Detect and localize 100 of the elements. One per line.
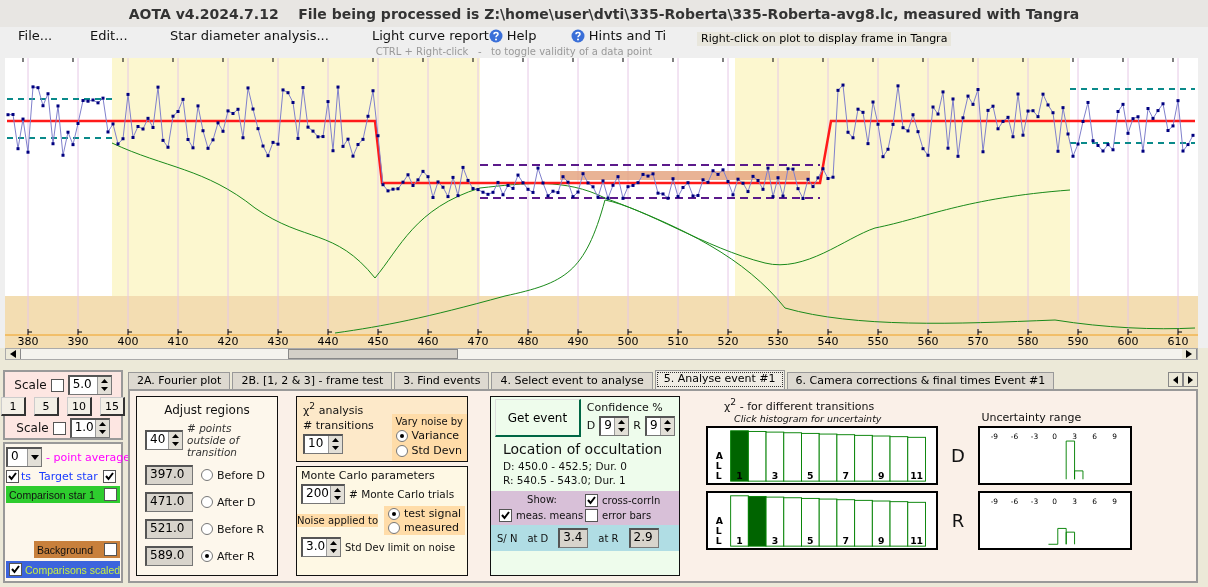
tab[interactable]: 6. Camera corrections & final times Event #1 bbox=[786, 372, 1055, 389]
zoom-button[interactable]: 5 bbox=[34, 397, 59, 416]
radio-label: Before R bbox=[217, 522, 265, 536]
panel-title: χ$^{2}$ analysis bbox=[303, 400, 365, 417]
spinner-field[interactable]: 1.0 bbox=[69, 418, 110, 438]
bar-label: 9 bbox=[877, 534, 885, 546]
option-label: error bars bbox=[602, 510, 652, 521]
tab[interactable]: 3. Find events bbox=[394, 372, 490, 389]
axis-label: 540 bbox=[817, 335, 839, 349]
tick-label: 9 bbox=[1112, 496, 1118, 506]
axis-letter: L bbox=[715, 524, 722, 536]
axis-label: 530 bbox=[767, 335, 789, 349]
axis-label: 520 bbox=[717, 335, 739, 349]
region-value: 471.0 bbox=[145, 492, 193, 512]
spinner-field[interactable]: 200 bbox=[301, 484, 345, 504]
radio-label: Variance bbox=[411, 429, 460, 442]
bar-label: 1 bbox=[736, 534, 743, 546]
tab[interactable]: 2B. [1, 2 & 3] - frame test bbox=[232, 372, 393, 389]
tick-label: 6 bbox=[1092, 496, 1097, 506]
transitions-label: # transitions bbox=[303, 418, 375, 432]
menu-item[interactable]: Light curve report bbox=[372, 27, 489, 46]
location-line: R: 540.5 - 543.0; Dur. 1 bbox=[502, 473, 627, 487]
transition-label: R bbox=[950, 509, 966, 531]
tab[interactable]: 4. Select event to analyse bbox=[491, 372, 653, 389]
option-label: cross-corrln bbox=[602, 495, 661, 506]
radio-label: After D bbox=[217, 495, 256, 509]
zoom-button[interactable]: 10 bbox=[67, 397, 92, 416]
average-dropdown[interactable]: 0 bbox=[6, 447, 42, 467]
axis-letter: L bbox=[715, 469, 722, 481]
scale-label: Scale bbox=[16, 421, 49, 435]
at-d-label: at D bbox=[527, 532, 549, 544]
region-value: 521.0 bbox=[145, 519, 193, 539]
limit-label: Std Dev limit on noise bbox=[345, 541, 456, 553]
tab[interactable]: 2A. Fourier plot bbox=[128, 372, 231, 389]
uncertainty-title: Uncertainty range bbox=[981, 410, 1082, 424]
location-title: Location of occultation bbox=[502, 440, 664, 459]
axis-letter: A bbox=[715, 449, 723, 461]
axis-letter: L bbox=[715, 534, 722, 546]
bar-label: 7 bbox=[842, 469, 849, 481]
region-value: 397.0 bbox=[145, 465, 193, 485]
uncertainty-histogram[interactable]: -9 -6 -3 0 3 6 9 bbox=[978, 425, 1132, 485]
noise-label: Noise applied to bbox=[297, 514, 378, 527]
zoom-button[interactable]: 15 bbox=[100, 397, 125, 416]
chi-square-histogram[interactable]: A L L 1 3 5 7 9 11 bbox=[706, 490, 938, 550]
tick-label: 0 bbox=[1052, 496, 1057, 506]
spinner-field[interactable]: 5.0 bbox=[67, 375, 112, 395]
axis-label: 550 bbox=[867, 335, 889, 349]
option-label: meas. means bbox=[516, 510, 584, 521]
hint-text: CTRL + Right-click - to toggle validity of a data point bbox=[375, 45, 653, 59]
chi-square-histogram[interactable]: A L L 1 3 5 7 9 11 bbox=[706, 425, 938, 485]
menu-item[interactable]: Hints and Ti bbox=[570, 27, 667, 46]
r-label: R bbox=[633, 419, 641, 432]
axis-label: 390 bbox=[67, 335, 89, 349]
bar-label: 9 bbox=[877, 469, 885, 481]
spinner-field[interactable]: 9 bbox=[599, 415, 630, 436]
tick-label: 6 bbox=[1092, 431, 1097, 441]
panel-title: Adjust regions bbox=[163, 403, 251, 417]
menu-item[interactable]: Star diameter analysis... bbox=[170, 27, 372, 46]
axis-label: 580 bbox=[1017, 335, 1039, 349]
sn-r-value: 2.9 bbox=[628, 528, 659, 548]
location-line: D: 450.0 - 452.5; Dur. 0 bbox=[502, 459, 628, 473]
radio-label: measured bbox=[404, 521, 459, 534]
bar-label: 5 bbox=[807, 534, 814, 546]
axis-label: 420 bbox=[217, 335, 239, 349]
axis-label: 500 bbox=[617, 335, 639, 349]
target-prefix: ts bbox=[21, 470, 32, 483]
menu-item[interactable]: Edit... bbox=[90, 27, 170, 46]
axis-label: 610 bbox=[1167, 335, 1189, 349]
axis-letter: A bbox=[715, 514, 723, 526]
panel-title: Monte Carlo parameters bbox=[301, 469, 436, 482]
menu-item[interactable]: Help bbox=[488, 27, 571, 46]
tick-label: -3 bbox=[1030, 431, 1039, 441]
tick-label: -9 bbox=[990, 496, 999, 506]
region-value: 589.0 bbox=[145, 546, 193, 566]
tab[interactable]: 5. Analyse event #1 bbox=[654, 370, 785, 389]
confidence-label: Confidence % bbox=[586, 400, 664, 414]
show-label: Show: bbox=[526, 494, 558, 507]
spinner-field[interactable]: 9 bbox=[645, 415, 675, 436]
menu-item[interactable]: File... bbox=[18, 27, 90, 46]
axis-letter: L bbox=[715, 459, 722, 471]
spinner-field[interactable]: 40 bbox=[145, 430, 183, 450]
bar-label: 7 bbox=[842, 534, 849, 546]
sn-d-value: 3.4 bbox=[558, 528, 589, 548]
scale-label: Scale bbox=[14, 378, 47, 392]
radio-label: After R bbox=[217, 549, 255, 563]
zoom-button[interactable]: 1 bbox=[1, 397, 26, 416]
uncertainty-histogram[interactable]: -9 -6 -3 0 3 6 9 bbox=[978, 490, 1132, 550]
bar-label: 1 bbox=[736, 469, 743, 481]
transitions-title: χ$^{2}$ - for different transitions bbox=[724, 396, 876, 413]
get-event-button[interactable]: Get event bbox=[495, 399, 581, 437]
window-title: AOTA v4.2024.7.12 File being processed is Z:\home\user\dvti\335-Roberta\335-Roberta-avg8.lc, measured with Tangra bbox=[128, 5, 1080, 22]
average-label: - point average bbox=[46, 450, 131, 464]
series-label: Comparisons scaled bbox=[25, 563, 121, 576]
target-label: Target star bbox=[39, 470, 98, 483]
axis-label: 600 bbox=[1117, 335, 1139, 349]
spinner-field[interactable]: 10 bbox=[303, 433, 343, 454]
transition-label: D bbox=[950, 444, 966, 466]
radio-label: test signal bbox=[404, 507, 462, 520]
axis-label: 490 bbox=[567, 335, 589, 349]
spinner-field[interactable]: 3.0 bbox=[301, 537, 341, 557]
